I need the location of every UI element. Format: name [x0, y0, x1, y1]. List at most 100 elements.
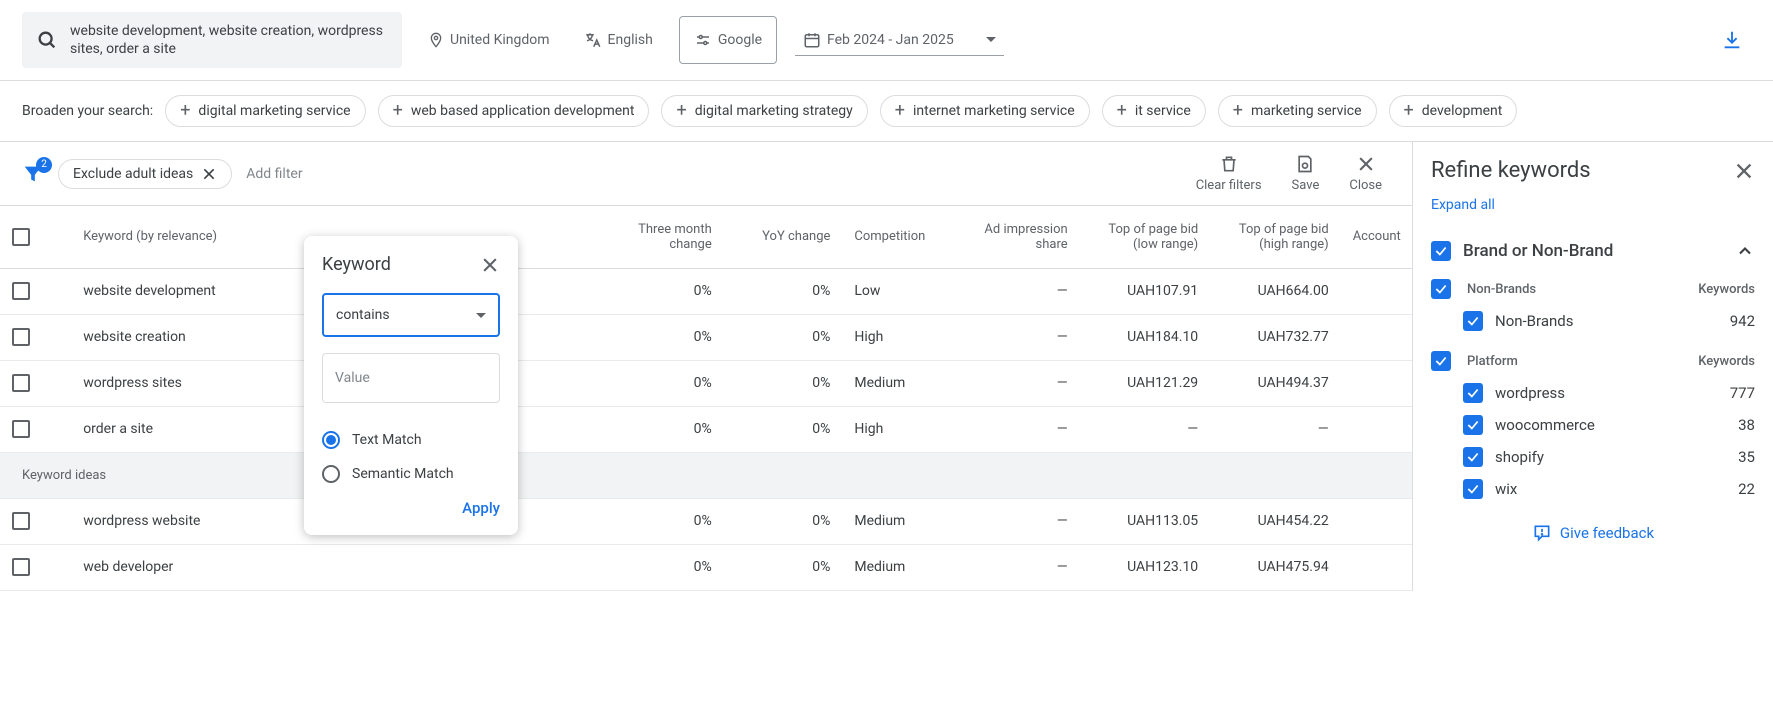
brand-category-header[interactable]: Brand or Non-Brand — [1431, 231, 1755, 271]
checkbox-checked-icon[interactable] — [1463, 311, 1483, 331]
table-row[interactable]: website development0%0%Low—UAH107.91UAH6… — [0, 268, 1412, 314]
popover-close-button[interactable] — [480, 255, 500, 275]
cell-bid-low: UAH184.10 — [1080, 314, 1211, 360]
cell-competition: High — [842, 406, 961, 452]
expand-all-link[interactable]: Expand all — [1431, 197, 1755, 213]
close-button[interactable]: Close — [1349, 154, 1382, 193]
chevron-up-icon[interactable] — [1735, 241, 1755, 261]
value-input[interactable]: Value — [322, 353, 500, 403]
table-row[interactable]: wordpress sites0%0%Medium—UAH121.29UAH49… — [0, 360, 1412, 406]
translate-icon — [584, 31, 602, 49]
checkbox-checked-icon[interactable] — [1431, 351, 1451, 371]
col-account[interactable]: Account — [1341, 206, 1412, 268]
daterange-selector[interactable]: Feb 2024 - Jan 2025 — [795, 25, 1004, 56]
row-checkbox[interactable] — [12, 374, 30, 392]
keyword-search-box[interactable]: website development, website creation, w… — [22, 12, 402, 68]
col-competition[interactable]: Competition — [842, 206, 961, 268]
broaden-chip[interactable]: +marketing service — [1218, 95, 1377, 127]
table-row[interactable]: order a site0%0%High——— — [0, 406, 1412, 452]
cell-bid-low: UAH121.29 — [1080, 360, 1211, 406]
semantic-match-radio[interactable]: Semantic Match — [322, 465, 500, 483]
close-icon — [1356, 154, 1376, 174]
table-row[interactable]: website creation0%0%High—UAH184.10UAH732… — [0, 314, 1412, 360]
language-selector[interactable]: English — [576, 25, 661, 55]
row-checkbox[interactable] — [12, 512, 30, 530]
operator-select[interactable]: contains — [322, 293, 500, 337]
cell-yoy: 0% — [724, 498, 843, 544]
active-filter-pill[interactable]: Exclude adult ideas — [58, 159, 232, 189]
row-checkbox[interactable] — [12, 420, 30, 438]
download-button[interactable] — [1713, 21, 1751, 59]
save-icon — [1295, 154, 1315, 174]
broaden-chip[interactable]: +digital marketing service — [165, 95, 365, 127]
platform-name: wix — [1495, 480, 1517, 498]
col-bid-low[interactable]: Top of page bid (low range) — [1080, 206, 1211, 268]
save-button[interactable]: Save — [1292, 154, 1320, 193]
platform-item[interactable]: wordpress777 — [1431, 377, 1755, 409]
checkbox-checked-icon[interactable] — [1463, 447, 1483, 467]
remove-filter-icon[interactable] — [201, 166, 217, 182]
row-checkbox[interactable] — [12, 282, 30, 300]
close-icon — [1733, 160, 1755, 182]
location-selector[interactable]: United Kingdom — [420, 26, 558, 54]
cell-bid-low: UAH107.91 — [1080, 268, 1211, 314]
popover-title: Keyword — [322, 254, 391, 275]
operator-value: contains — [336, 307, 390, 323]
text-match-radio[interactable]: Text Match — [322, 431, 500, 449]
cell-ad-impression: — — [961, 314, 1080, 360]
add-filter-button[interactable]: Add filter — [246, 166, 302, 182]
nonbrands-subheader: Non-Brands Keywords — [1431, 271, 1755, 305]
apply-button[interactable]: Apply — [322, 499, 500, 517]
cell-yoy: 0% — [724, 360, 843, 406]
radio-off-icon — [322, 465, 340, 483]
refine-keywords-panel: Refine keywords Expand all Brand or Non-… — [1413, 142, 1773, 591]
col-ad-impression[interactable]: Ad impression share — [961, 206, 1080, 268]
broaden-chip[interactable]: +it service — [1102, 95, 1206, 127]
checkbox-checked-icon[interactable] — [1431, 279, 1451, 299]
checkbox-checked-icon[interactable] — [1431, 241, 1451, 261]
checkbox-checked-icon[interactable] — [1463, 415, 1483, 435]
cell-bid-low: UAH113.05 — [1080, 498, 1211, 544]
clear-filters-button[interactable]: Clear filters — [1196, 154, 1262, 193]
plus-icon: + — [1233, 102, 1243, 120]
broaden-chip[interactable]: +internet marketing service — [880, 95, 1090, 127]
search-icon — [36, 29, 58, 51]
feedback-icon — [1532, 523, 1552, 543]
select-all-checkbox[interactable] — [12, 228, 30, 246]
row-checkbox[interactable] — [12, 558, 30, 576]
network-selector[interactable]: Google — [679, 16, 777, 64]
give-feedback-button[interactable]: Give feedback — [1431, 505, 1755, 561]
col-yoy[interactable]: YoY change — [724, 206, 843, 268]
sliders-icon — [694, 31, 712, 49]
platform-count: 22 — [1738, 480, 1755, 498]
cell-three-month: 0% — [605, 406, 724, 452]
results-pane: 2 Exclude adult ideas Add filter Clear f… — [0, 142, 1413, 591]
chevron-down-icon — [476, 313, 486, 318]
cell-three-month: 0% — [605, 498, 724, 544]
filter-row: 2 Exclude adult ideas Add filter Clear f… — [0, 142, 1412, 206]
col-three-month[interactable]: Three month change — [605, 206, 724, 268]
network-label: Google — [718, 32, 762, 48]
row-checkbox[interactable] — [12, 328, 30, 346]
broaden-chip[interactable]: +digital marketing strategy — [661, 95, 867, 127]
cell-ad-impression: — — [961, 406, 1080, 452]
filter-funnel-button[interactable]: 2 — [22, 163, 44, 185]
col-bid-high[interactable]: Top of page bid (high range) — [1210, 206, 1341, 268]
platform-item[interactable]: wix 22 — [1431, 473, 1755, 505]
cell-bid-low: — — [1080, 406, 1211, 452]
platform-item[interactable]: woocommerce38 — [1431, 409, 1755, 441]
cell-bid-low: UAH123.10 — [1080, 544, 1211, 590]
platform-item[interactable]: shopify35 — [1431, 441, 1755, 473]
nonbrands-item[interactable]: Non-Brands 942 — [1431, 305, 1755, 337]
broaden-chip[interactable]: +web based application development — [378, 95, 650, 127]
table-row[interactable]: wordpress website0%0%Medium—UAH113.05UAH… — [0, 498, 1412, 544]
table-row[interactable]: web developer0%0%Medium—UAH123.10UAH475.… — [0, 544, 1412, 590]
checkbox-checked-icon[interactable] — [1463, 383, 1483, 403]
plus-icon: + — [676, 102, 686, 120]
plus-icon: + — [1117, 102, 1127, 120]
refine-close-button[interactable] — [1733, 160, 1755, 182]
checkbox-checked-icon[interactable] — [1463, 479, 1483, 499]
broaden-chip[interactable]: +development — [1389, 95, 1518, 127]
plus-icon: + — [1404, 102, 1414, 120]
platform-count: 777 — [1730, 384, 1755, 402]
